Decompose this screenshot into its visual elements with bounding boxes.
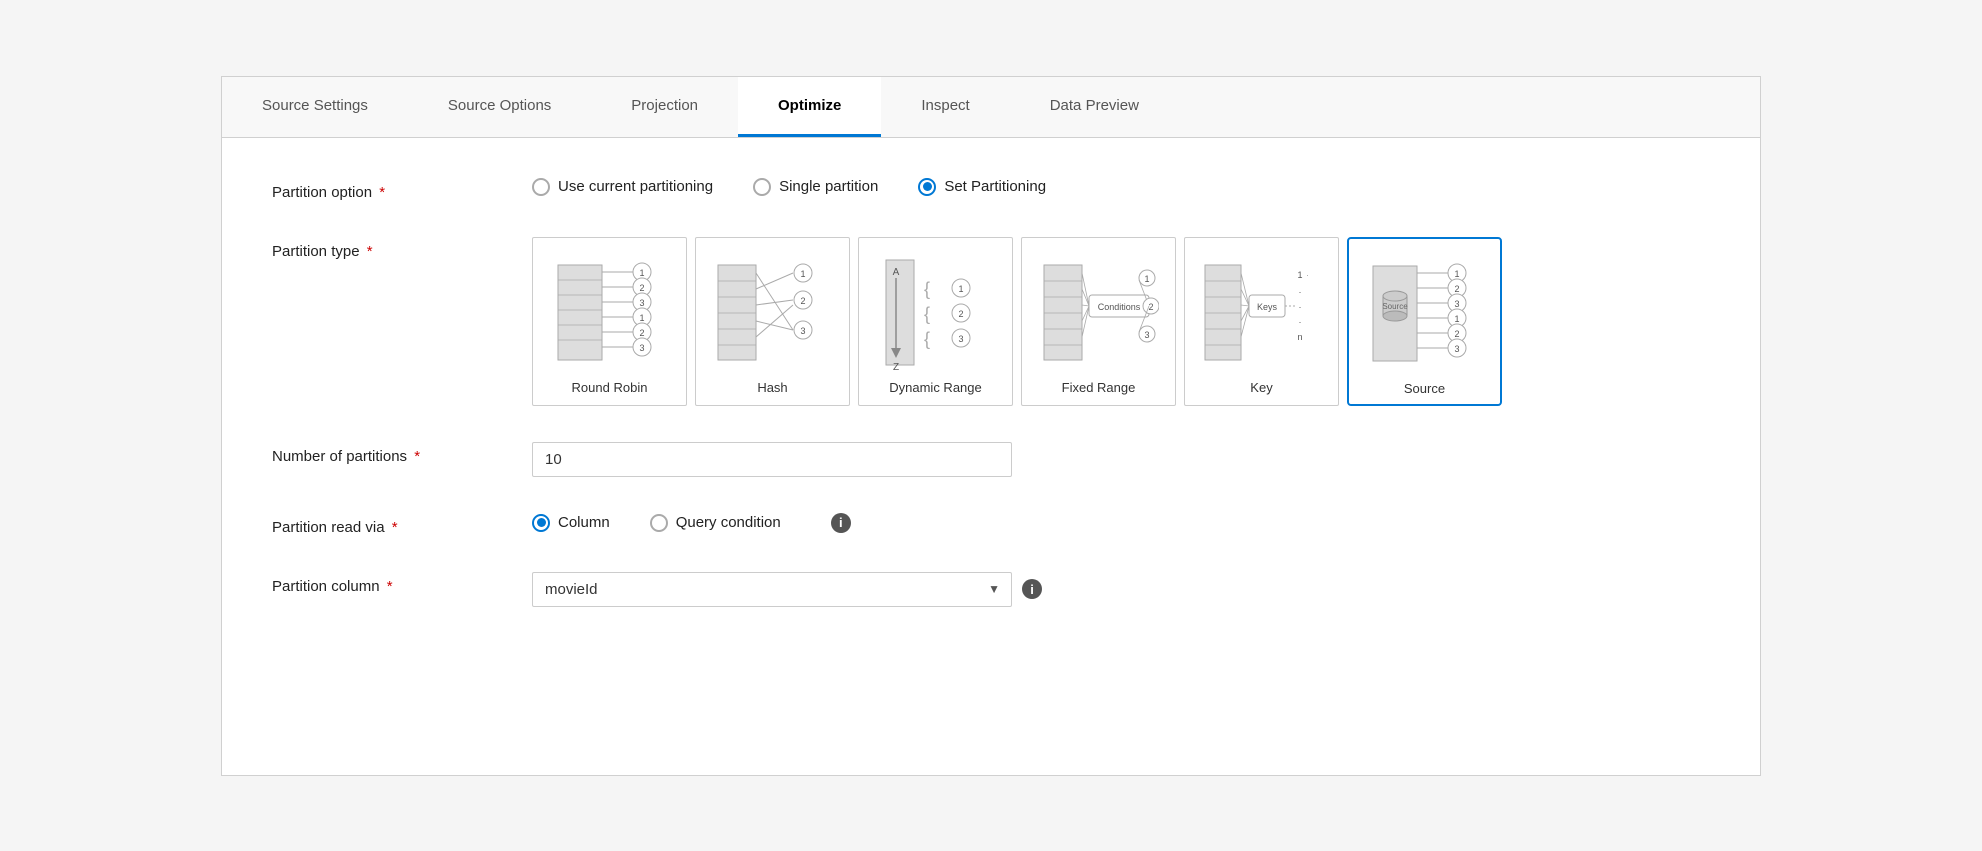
- partition-read-via-control: Column Query condition i: [532, 513, 1710, 533]
- card-key[interactable]: Keys 1 · ·: [1184, 237, 1339, 406]
- round-robin-label: Round Robin: [572, 380, 648, 395]
- svg-text:Conditions: Conditions: [1097, 302, 1140, 312]
- svg-text:·: ·: [1298, 287, 1301, 297]
- radio-set-partitioning[interactable]: Set Partitioning: [918, 178, 1046, 196]
- partition-read-via-label: Partition read via *: [272, 513, 532, 536]
- partition-read-via-row: Partition read via * Column Query condit…: [272, 513, 1710, 536]
- main-container: Source Settings Source Options Projectio…: [221, 76, 1761, 776]
- tab-projection[interactable]: Projection: [591, 77, 738, 137]
- content-area: Partition option * Use current partition…: [222, 138, 1760, 683]
- radio-circle-query: [650, 514, 668, 532]
- fixed-range-label: Fixed Range: [1062, 380, 1136, 395]
- svg-text:2: 2: [639, 328, 644, 338]
- partition-read-via-radio-group: Column Query condition i: [532, 513, 851, 533]
- round-robin-diagram: 1 2 3 1 2: [550, 250, 670, 380]
- svg-text:2: 2: [800, 296, 805, 306]
- number-of-partitions-control: [532, 442, 1710, 477]
- svg-text:3: 3: [639, 298, 644, 308]
- radio-circle-use-current: [532, 178, 550, 196]
- partition-option-radio-group: Use current partitioning Single partitio…: [532, 178, 1046, 196]
- svg-text:3: 3: [1454, 344, 1459, 354]
- partition-column-select[interactable]: movieId: [532, 572, 1012, 607]
- source-diagram: Source 1 2 3: [1365, 251, 1485, 381]
- radio-column[interactable]: Column: [532, 514, 610, 532]
- svg-text:3: 3: [1144, 330, 1149, 340]
- tab-source-settings[interactable]: Source Settings: [222, 77, 408, 137]
- svg-text:{: {: [924, 304, 930, 324]
- card-dynamic-range[interactable]: A Z { { { 1: [858, 237, 1013, 406]
- hash-label: Hash: [757, 380, 787, 395]
- partition-type-row: Partition type *: [272, 237, 1710, 406]
- tab-bar: Source Settings Source Options Projectio…: [222, 77, 1760, 138]
- svg-text:1: 1: [1454, 269, 1459, 279]
- radio-use-current[interactable]: Use current partitioning: [532, 178, 713, 196]
- svg-text:1: 1: [800, 269, 805, 279]
- radio-circle-set: [918, 178, 936, 196]
- partition-type-control: 1 2 3 1 2: [532, 237, 1710, 406]
- svg-text:1: 1: [1454, 314, 1459, 324]
- svg-text:3: 3: [1454, 299, 1459, 309]
- tab-optimize[interactable]: Optimize: [738, 77, 881, 137]
- svg-text:3: 3: [958, 334, 963, 344]
- partition-option-control: Use current partitioning Single partitio…: [532, 178, 1710, 196]
- svg-text:1: 1: [639, 313, 644, 323]
- svg-text:1: 1: [1297, 270, 1302, 280]
- key-diagram: Keys 1 · ·: [1202, 250, 1322, 380]
- key-label: Key: [1250, 380, 1272, 395]
- radio-single-partition[interactable]: Single partition: [753, 178, 878, 196]
- partition-column-row: Partition column * movieId ▼ i: [272, 572, 1710, 607]
- svg-text:{: {: [924, 329, 930, 349]
- svg-text:·: ·: [1306, 270, 1309, 280]
- number-of-partitions-label: Number of partitions *: [272, 442, 532, 465]
- partition-column-control: movieId ▼ i: [532, 572, 1710, 607]
- svg-text:3: 3: [800, 326, 805, 336]
- svg-text:n: n: [1297, 332, 1302, 342]
- partition-type-label: Partition type *: [272, 237, 532, 260]
- source-card-label: Source: [1404, 381, 1445, 396]
- tab-inspect[interactable]: Inspect: [881, 77, 1009, 137]
- number-of-partitions-row: Number of partitions *: [272, 442, 1710, 477]
- svg-text:1: 1: [958, 284, 963, 294]
- svg-text:2: 2: [639, 283, 644, 293]
- radio-circle-column: [532, 514, 550, 532]
- card-round-robin[interactable]: 1 2 3 1 2: [532, 237, 687, 406]
- svg-text:1: 1: [639, 268, 644, 278]
- svg-text:Source: Source: [1382, 302, 1408, 311]
- svg-text:2: 2: [958, 309, 963, 319]
- tab-source-options[interactable]: Source Options: [408, 77, 591, 137]
- radio-circle-single: [753, 178, 771, 196]
- card-hash[interactable]: 1 2 3 Hash: [695, 237, 850, 406]
- partition-column-select-wrapper: movieId ▼: [532, 572, 1012, 607]
- dynamic-range-diagram: A Z { { { 1: [876, 250, 996, 380]
- number-of-partitions-input[interactable]: [532, 442, 1012, 477]
- svg-text:2: 2: [1148, 302, 1153, 312]
- svg-text:Keys: Keys: [1256, 302, 1277, 312]
- svg-text:·: ·: [1298, 317, 1301, 327]
- svg-text:2: 2: [1454, 284, 1459, 294]
- partition-read-via-info-icon[interactable]: i: [831, 513, 851, 533]
- partition-option-row: Partition option * Use current partition…: [272, 178, 1710, 201]
- svg-text:Z: Z: [892, 362, 898, 373]
- svg-text:2: 2: [1454, 329, 1459, 339]
- fixed-range-diagram: Conditions 1: [1039, 250, 1159, 380]
- partition-cards-group: 1 2 3 1 2: [532, 237, 1502, 406]
- dynamic-range-label: Dynamic Range: [889, 380, 982, 395]
- svg-text:A: A: [892, 267, 899, 278]
- svg-text:{: {: [924, 279, 930, 299]
- card-source[interactable]: Source 1 2 3: [1347, 237, 1502, 406]
- card-fixed-range[interactable]: Conditions 1: [1021, 237, 1176, 406]
- partition-option-label: Partition option *: [272, 178, 532, 201]
- radio-query-condition[interactable]: Query condition: [650, 514, 781, 532]
- hash-diagram: 1 2 3: [713, 250, 833, 380]
- partition-column-info-icon[interactable]: i: [1022, 579, 1042, 599]
- svg-text:·: ·: [1298, 302, 1301, 312]
- tab-data-preview[interactable]: Data Preview: [1010, 77, 1179, 137]
- partition-column-label: Partition column *: [272, 572, 532, 595]
- svg-text:3: 3: [639, 343, 644, 353]
- svg-text:1: 1: [1144, 274, 1149, 284]
